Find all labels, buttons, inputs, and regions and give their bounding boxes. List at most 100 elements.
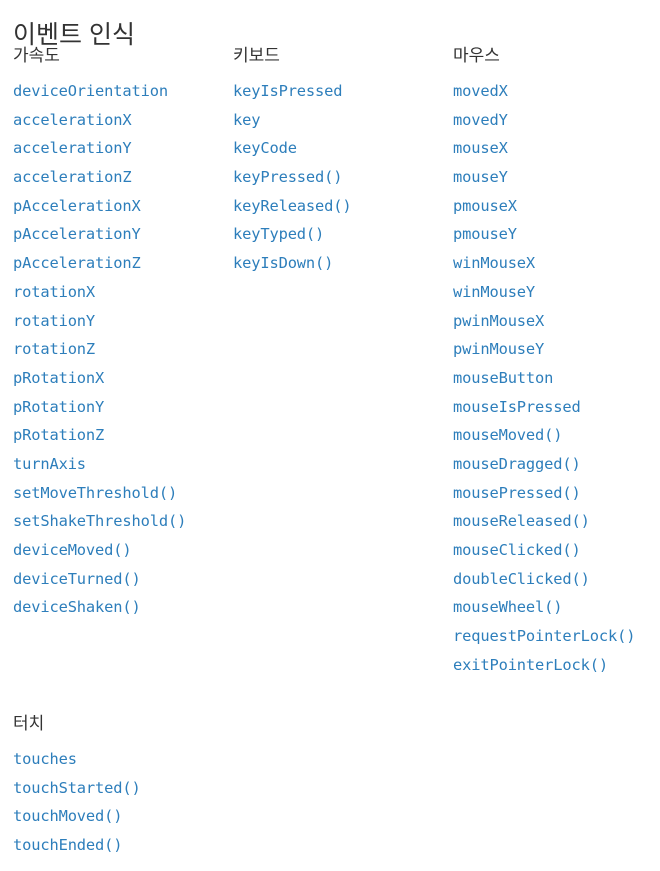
api-link-key-is-pressed[interactable]: keyIsPressed (233, 77, 343, 106)
api-link-key-code[interactable]: keyCode (233, 134, 297, 163)
api-link-device-moved[interactable]: deviceMoved() (13, 536, 132, 565)
group-heading-keyboard: 키보드 (233, 46, 280, 65)
list-item: keyTyped() (233, 220, 448, 249)
api-link-win-mouse-x[interactable]: winMouseX (453, 249, 535, 278)
list-item: winMouseX (453, 249, 660, 278)
api-link-mouse-pressed[interactable]: mousePressed() (453, 479, 581, 508)
list-item: exitPointerLock() (453, 651, 660, 680)
list-item: setShakeThreshold() (13, 507, 228, 536)
list-item: pmouseX (453, 192, 660, 221)
api-link-mouse-moved[interactable]: mouseMoved() (453, 421, 563, 450)
api-link-acceleration-x[interactable]: accelerationX (13, 106, 132, 135)
api-link-pmouse-x[interactable]: pmouseX (453, 192, 517, 221)
link-list-acceleration: deviceOrientation accelerationX accelera… (13, 77, 228, 622)
list-item: setMoveThreshold() (13, 479, 228, 508)
group-heading-mouse: 마우스 (453, 46, 500, 65)
api-link-acceleration-y[interactable]: accelerationY (13, 134, 132, 163)
api-link-device-turned[interactable]: deviceTurned() (13, 565, 141, 594)
api-link-mouse-y[interactable]: mouseY (453, 163, 508, 192)
list-item: touchEnded() (13, 831, 228, 860)
api-link-moved-x[interactable]: movedX (453, 77, 508, 106)
api-link-touches[interactable]: touches (13, 745, 77, 774)
list-item: turnAxis (13, 450, 228, 479)
api-link-pmouse-y[interactable]: pmouseY (453, 220, 517, 249)
api-link-acceleration-z[interactable]: accelerationZ (13, 163, 132, 192)
list-item: mouseY (453, 163, 660, 192)
api-link-p-acceleration-x[interactable]: pAccelerationX (13, 192, 141, 221)
api-link-p-rotation-x[interactable]: pRotationX (13, 364, 104, 393)
api-link-p-acceleration-y[interactable]: pAccelerationY (13, 220, 141, 249)
list-item: pAccelerationX (13, 192, 228, 221)
api-link-device-shaken[interactable]: deviceShaken() (13, 593, 141, 622)
list-item: deviceMoved() (13, 536, 228, 565)
api-link-mouse-is-pressed[interactable]: mouseIsPressed (453, 393, 581, 422)
api-link-rotation-z[interactable]: rotationZ (13, 335, 95, 364)
list-item: accelerationY (13, 134, 228, 163)
api-link-set-move-threshold[interactable]: setMoveThreshold() (13, 479, 177, 508)
api-link-mouse-dragged[interactable]: mouseDragged() (453, 450, 581, 479)
list-item: mouseClicked() (453, 536, 660, 565)
api-link-double-clicked[interactable]: doubleClicked() (453, 565, 590, 594)
list-item: pwinMouseY (453, 335, 660, 364)
api-link-key-released[interactable]: keyReleased() (233, 192, 352, 221)
list-item: key (233, 106, 448, 135)
list-item: mouseDragged() (453, 450, 660, 479)
list-item: mouseX (453, 134, 660, 163)
link-list-keyboard: keyIsPressed key keyCode keyPressed() ke… (233, 77, 448, 278)
api-link-key-is-down[interactable]: keyIsDown() (233, 249, 333, 278)
api-link-set-shake-threshold[interactable]: setShakeThreshold() (13, 507, 186, 536)
api-link-touch-moved[interactable]: touchMoved() (13, 802, 123, 831)
reference-group-touch: 터치 touches touchStarted() touchMoved() t… (13, 712, 228, 860)
list-item: keyReleased() (233, 192, 448, 221)
api-link-turn-axis[interactable]: turnAxis (13, 450, 86, 479)
link-list-touch: touches touchStarted() touchMoved() touc… (13, 745, 228, 860)
link-list-mouse: movedX movedY mouseX mouseY pmouseX pmou… (453, 77, 660, 679)
list-item: pRotationZ (13, 421, 228, 450)
list-item: deviceShaken() (13, 593, 228, 622)
api-link-rotation-y[interactable]: rotationY (13, 307, 95, 336)
api-link-mouse-button[interactable]: mouseButton (453, 364, 553, 393)
api-link-mouse-released[interactable]: mouseReleased() (453, 507, 590, 536)
list-item: mouseWheel() (453, 593, 660, 622)
list-item: winMouseY (453, 278, 660, 307)
list-item: keyPressed() (233, 163, 448, 192)
list-item: mouseIsPressed (453, 393, 660, 422)
list-item: movedY (453, 106, 660, 135)
api-link-pwin-mouse-x[interactable]: pwinMouseX (453, 307, 544, 336)
api-link-touch-ended[interactable]: touchEnded() (13, 831, 123, 860)
api-link-touch-started[interactable]: touchStarted() (13, 774, 141, 803)
reference-group-mouse: 마우스 movedX movedY mouseX mouseY pmouseX … (453, 44, 660, 679)
list-item: deviceTurned() (13, 565, 228, 594)
list-item: rotationZ (13, 335, 228, 364)
group-heading-touch: 터치 (13, 714, 45, 733)
list-item: deviceOrientation (13, 77, 228, 106)
api-link-key[interactable]: key (233, 106, 261, 135)
list-item: pwinMouseX (453, 307, 660, 336)
api-link-device-orientation[interactable]: deviceOrientation (13, 77, 168, 106)
api-link-moved-y[interactable]: movedY (453, 106, 508, 135)
list-item: mouseMoved() (453, 421, 660, 450)
list-item: mousePressed() (453, 479, 660, 508)
api-link-win-mouse-y[interactable]: winMouseY (453, 278, 535, 307)
api-link-p-rotation-z[interactable]: pRotationZ (13, 421, 104, 450)
api-link-pwin-mouse-y[interactable]: pwinMouseY (453, 335, 544, 364)
api-link-mouse-wheel[interactable]: mouseWheel() (453, 593, 563, 622)
api-link-mouse-x[interactable]: mouseX (453, 134, 508, 163)
list-item: touchStarted() (13, 774, 228, 803)
api-link-exit-pointer-lock[interactable]: exitPointerLock() (453, 651, 608, 680)
api-link-p-acceleration-z[interactable]: pAccelerationZ (13, 249, 141, 278)
api-link-request-pointer-lock[interactable]: requestPointerLock() (453, 622, 635, 651)
list-item: touchMoved() (13, 802, 228, 831)
list-item: touches (13, 745, 228, 774)
api-link-key-typed[interactable]: keyTyped() (233, 220, 324, 249)
list-item: doubleClicked() (453, 565, 660, 594)
api-link-mouse-clicked[interactable]: mouseClicked() (453, 536, 581, 565)
list-item: pRotationX (13, 364, 228, 393)
list-item: rotationY (13, 307, 228, 336)
list-item: pAccelerationY (13, 220, 228, 249)
api-link-key-pressed[interactable]: keyPressed() (233, 163, 343, 192)
api-link-rotation-x[interactable]: rotationX (13, 278, 95, 307)
list-item: rotationX (13, 278, 228, 307)
api-link-p-rotation-y[interactable]: pRotationY (13, 393, 104, 422)
group-heading-acceleration: 가속도 (13, 46, 60, 65)
